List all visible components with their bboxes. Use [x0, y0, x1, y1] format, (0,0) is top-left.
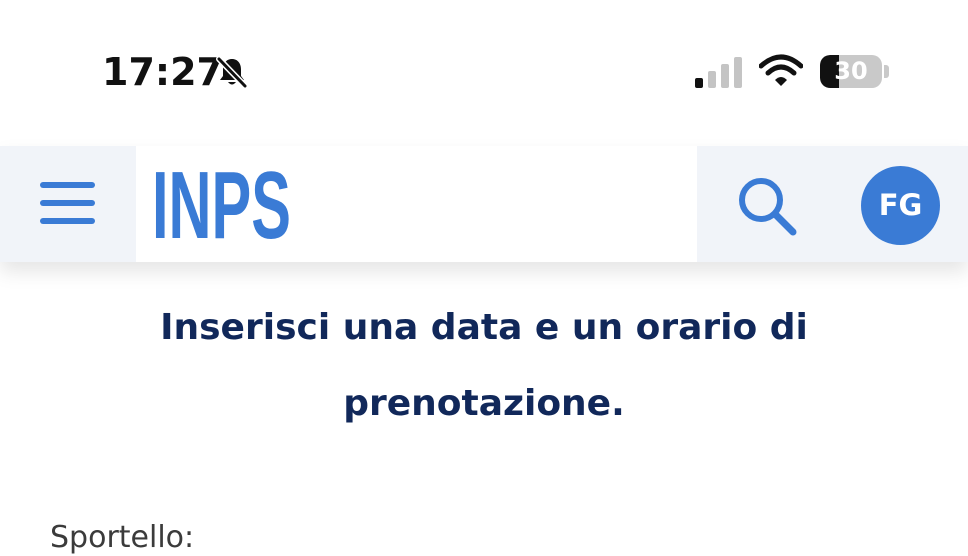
- page-heading: Inserisci una data e un orario di prenot…: [160, 307, 808, 424]
- main-content: Inserisci una data e un orario di prenot…: [0, 262, 968, 555]
- app-header: INPS FG: [0, 146, 968, 262]
- sportello-label: Sportello:: [50, 520, 195, 555]
- inps-logo: INPS: [152, 152, 291, 259]
- user-avatar[interactable]: FG: [861, 166, 940, 245]
- hamburger-menu-icon: [40, 182, 95, 224]
- search-icon: [739, 178, 797, 236]
- battery-icon: 30: [820, 55, 882, 88]
- logo-area[interactable]: INPS: [136, 146, 697, 262]
- status-bar: 17:27 30: [0, 0, 968, 140]
- battery-level: 30: [834, 57, 868, 85]
- wifi-icon: [759, 54, 803, 86]
- bell-muted-icon: [216, 56, 248, 89]
- battery-cap: [884, 65, 889, 78]
- menu-button[interactable]: [0, 146, 136, 262]
- status-time: 17:27: [102, 50, 223, 94]
- cellular-signal-icon: [695, 57, 742, 88]
- search-button[interactable]: [697, 146, 837, 262]
